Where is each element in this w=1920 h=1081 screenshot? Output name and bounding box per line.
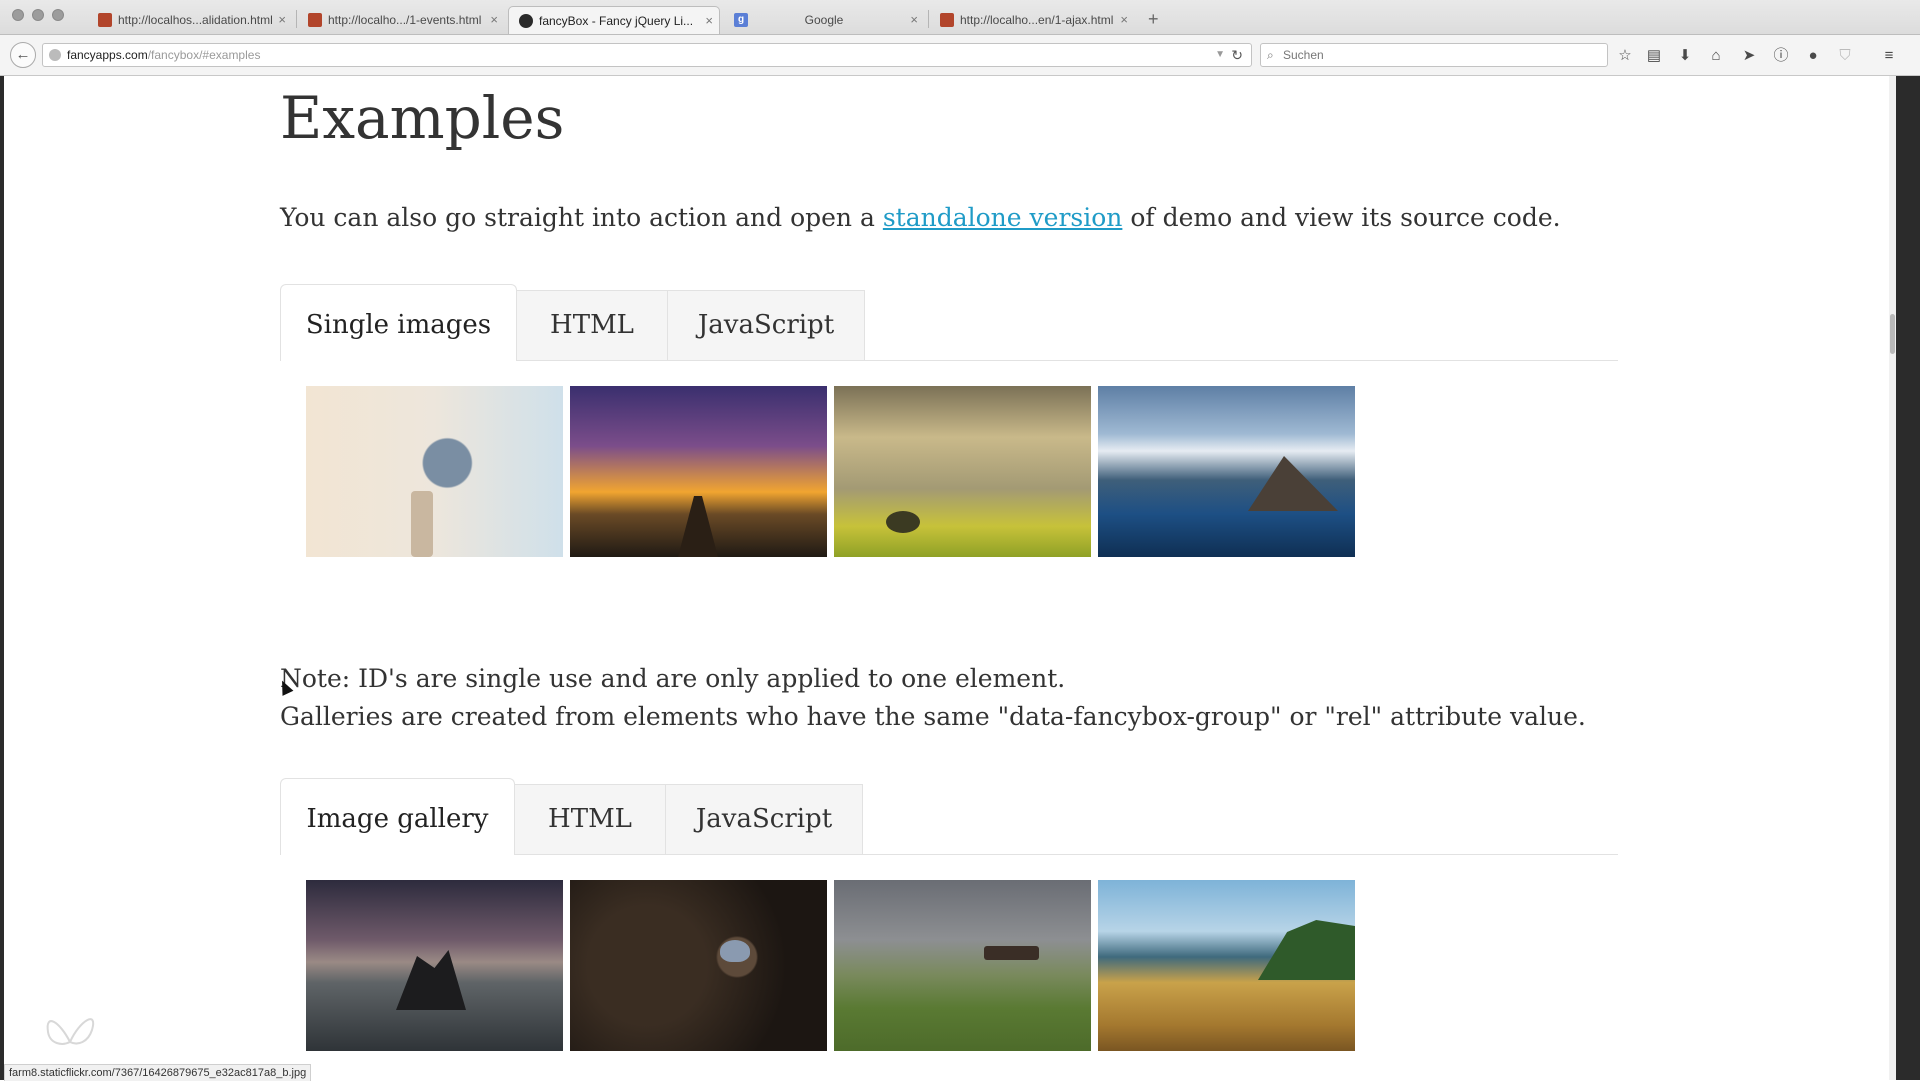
gallery-horses-image[interactable] [834,880,1091,1051]
butterfly-watermark-icon [46,1018,95,1045]
url-path: /fancybox/#examples [147,48,261,62]
browser-nav-bar: ← fancyapps.com/fancybox/#examples ▼ ↻ ⌕… [0,35,1920,76]
intro-paragraph: You can also go straight into action and… [280,203,1561,232]
note-line-2: Galleries are created from elements who … [280,702,1586,731]
tab-single-images[interactable]: Single images [280,284,517,361]
webstorm-icon [940,13,954,27]
bookmark-star-icon[interactable]: ☆ [1614,45,1636,67]
browser-tab[interactable]: g Google × [724,6,924,34]
browser-tab[interactable]: http://localhos...alidation.html × [88,6,292,34]
back-button[interactable]: ← [10,42,36,68]
tab-title: http://localho...en/1-ajax.html [960,13,1114,27]
search-bar[interactable]: ⌕ Suchen [1260,43,1608,67]
tab-html[interactable]: HTML [516,290,668,360]
tab-title: http://localhos...alidation.html [118,13,273,27]
gallery-sea-rocks-image[interactable] [306,880,563,1051]
standalone-version-link[interactable]: standalone version [883,203,1123,232]
chat-icon[interactable]: ● [1802,45,1824,67]
shield-icon[interactable]: ⛉ [1834,45,1856,67]
scrollbar-thumb[interactable] [1890,314,1895,354]
tab-javascript[interactable]: JavaScript [667,290,865,360]
page-title: Examples [280,84,565,152]
url-host: fancyapps.com [67,48,148,62]
close-icon[interactable]: × [278,6,286,34]
webstorm-icon [308,13,322,27]
reading-list-icon[interactable]: ▤ [1643,45,1665,67]
thumbnail-tree-field-image[interactable] [834,386,1091,557]
new-tab-button[interactable]: + [1148,7,1159,31]
browser-tab[interactable]: http://localho.../1-events.html × [298,6,504,34]
menu-icon[interactable]: ≡ [1878,45,1900,67]
close-icon[interactable]: × [490,6,498,34]
tab-image-gallery[interactable]: Image gallery [280,778,515,855]
tab-title: Google [804,13,844,27]
browser-tab-active[interactable]: fancyBox - Fancy jQuery Li... × [508,6,720,34]
vertical-scrollbar[interactable] [1889,76,1896,1080]
left-edge [0,76,4,1080]
close-icon[interactable]: × [910,6,918,34]
close-icon[interactable]: × [705,7,713,34]
example-tabs: Single images HTML JavaScript [280,284,1618,361]
address-bar[interactable]: fancyapps.com/fancybox/#examples ▼ ↻ [42,43,1252,67]
reload-icon[interactable]: ↻ [1231,44,1243,66]
home-icon[interactable]: ⌂ [1705,45,1727,67]
gallery-tabs: Image gallery HTML JavaScript [280,778,1618,855]
close-icon[interactable]: × [1120,6,1128,34]
download-icon[interactable]: ⬇ [1674,45,1696,67]
webstorm-icon [98,13,112,27]
right-panel-edge [1896,76,1920,1080]
status-bar-url: farm8.staticflickr.com/7367/16426879675_… [4,1064,312,1081]
note-line-1: Note: ID's are single use and are only a… [280,664,1066,693]
info-icon[interactable]: ⓘ [1770,45,1792,67]
fancybox-icon [519,14,533,28]
globe-icon [49,49,61,61]
gallery-stream-image[interactable] [1098,880,1355,1051]
thumbnail-bird-image[interactable] [306,386,563,557]
url-text: fancyapps.com/fancybox/#examples [67,44,260,66]
intro-text: of demo and view its source code. [1122,203,1561,232]
browser-tab[interactable]: http://localho...en/1-ajax.html × [930,6,1134,34]
send-icon[interactable]: ➤ [1738,45,1760,67]
google-icon: g [734,13,748,27]
tab-title: fancyBox - Fancy jQuery Li... [539,14,694,28]
thumbnail-pier-sunset-image[interactable] [570,386,827,557]
window-minimize-button[interactable] [32,9,44,21]
gallery-butterfly-image[interactable] [570,880,827,1051]
search-placeholder: Suchen [1283,48,1324,62]
search-icon: ⌕ [1267,48,1274,62]
tab-javascript[interactable]: JavaScript [665,784,863,854]
url-dropdown-icon[interactable]: ▼ [1215,44,1225,66]
tab-title: http://localho.../1-events.html [328,13,482,27]
thumbnail-lofoten-image[interactable] [1098,386,1355,557]
window-close-button[interactable] [12,9,24,21]
tab-html[interactable]: HTML [514,784,666,854]
window-zoom-button[interactable] [52,9,64,21]
intro-text: You can also go straight into action and… [280,203,883,232]
browser-tab-bar: http://localhos...alidation.html × http:… [0,0,1920,35]
note-paragraph: Note: ID's are single use and are only a… [280,660,1586,736]
